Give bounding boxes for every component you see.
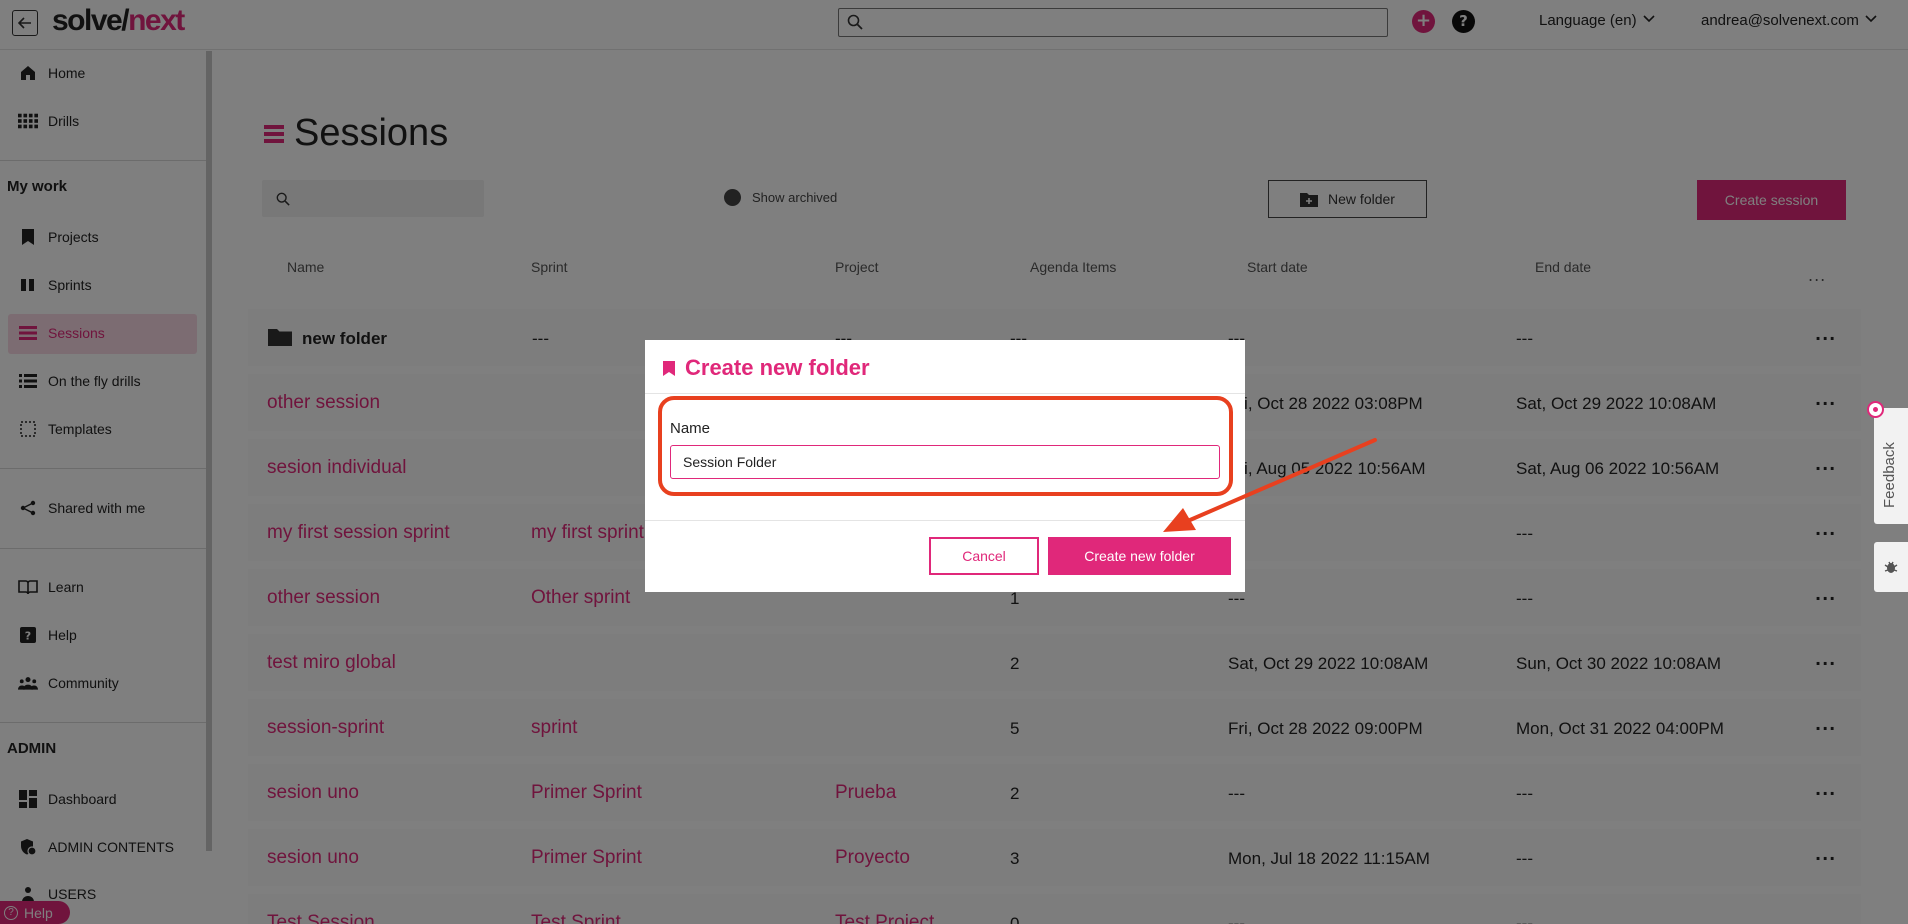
bug-icon [1884, 561, 1898, 573]
feedback-tab[interactable]: Feedback [1874, 408, 1908, 524]
folder-name-input[interactable] [670, 445, 1220, 479]
dialog-title: Create new folder [663, 355, 870, 381]
bug-report-button[interactable] [1874, 542, 1908, 592]
cancel-button[interactable]: Cancel [929, 537, 1039, 575]
create-new-folder-button[interactable]: Create new folder [1048, 537, 1231, 575]
name-label: Name [670, 420, 711, 437]
dialog-divider [645, 393, 1245, 394]
feedback-record-icon[interactable] [1867, 401, 1884, 418]
dialog-divider [645, 520, 1245, 521]
bookmark-icon [663, 360, 675, 376]
create-folder-dialog: Create new folder Name Cancel Create new… [645, 340, 1245, 592]
